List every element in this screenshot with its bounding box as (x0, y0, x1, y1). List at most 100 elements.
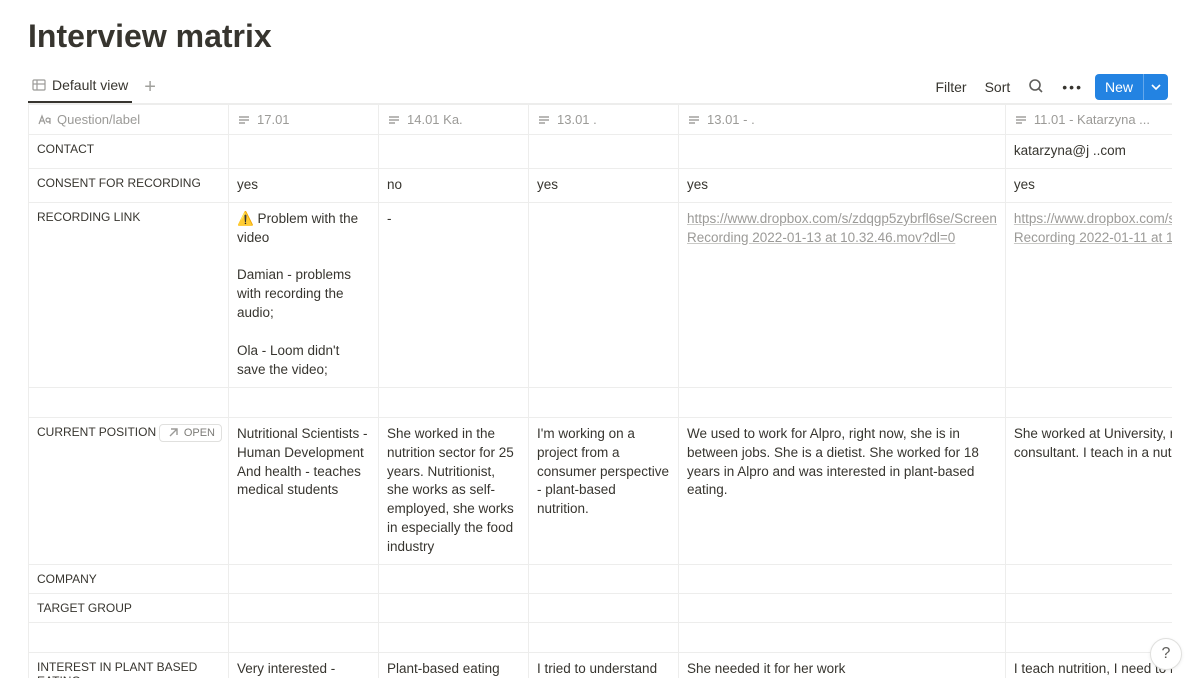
open-icon (166, 426, 180, 440)
column-header-question[interactable]: Question/label (29, 105, 229, 135)
cell-content: katarzyna@j ..com (1014, 142, 1172, 161)
open-page-button[interactable]: OPEN (159, 424, 222, 442)
table-cell[interactable]: I tried to understand how people interpr… (529, 653, 679, 678)
cell-content: yes (537, 176, 670, 195)
table-row[interactable]: INTEREST IN PLANT BASED EATINGVery inter… (29, 653, 1173, 678)
table-cell[interactable]: - (379, 202, 529, 387)
table-cell[interactable]: Very interested - global health, sustain… (229, 653, 379, 678)
table-cell[interactable]: She worked in the nutrition sector for 2… (379, 417, 529, 564)
column-header[interactable]: 13.01 . (529, 105, 679, 135)
chevron-down-icon (1151, 82, 1161, 92)
table-cell[interactable] (529, 135, 679, 169)
table-cell[interactable] (679, 594, 1006, 623)
row-label-cell[interactable]: TARGET GROUP (29, 594, 229, 623)
text-property-icon (1014, 113, 1028, 127)
table-cell[interactable] (379, 565, 529, 594)
row-label-cell[interactable]: COMPANY (29, 565, 229, 594)
row-label-cell[interactable]: CONTACT (29, 135, 229, 169)
table-cell[interactable]: yes (1005, 168, 1172, 202)
add-view-button[interactable]: + (138, 77, 162, 97)
row-label-cell[interactable]: CONSENT FOR RECORDING (29, 168, 229, 202)
table-cell[interactable]: We used to work for Alpro, right now, sh… (679, 417, 1006, 564)
table-row-empty[interactable] (29, 623, 1173, 653)
page-title[interactable]: Interview matrix (28, 18, 1172, 55)
table-row[interactable]: RECORDING LINK⚠️ Problem with the videoD… (29, 202, 1173, 387)
cell-content: Plant-based eating was a significant top… (387, 660, 520, 678)
filter-button[interactable]: Filter (929, 75, 972, 99)
column-header[interactable]: 14.01 Ka. (379, 105, 529, 135)
table-cell[interactable] (1005, 565, 1172, 594)
table-row[interactable]: CURRENT POSITION+ ⠿OPENNutritional Scien… (29, 417, 1173, 564)
table-cell[interactable] (229, 623, 379, 653)
more-icon: ••• (1062, 79, 1083, 95)
sort-button[interactable]: Sort (979, 75, 1017, 99)
table-cell[interactable] (529, 387, 679, 417)
table-row[interactable]: TARGET GROUP (29, 594, 1173, 623)
table-cell[interactable]: Plant-based eating was a significant top… (379, 653, 529, 678)
table-cell[interactable]: yes (229, 168, 379, 202)
table-cell[interactable]: ⚠️ Problem with the videoDamian - proble… (229, 202, 379, 387)
table-cell[interactable] (1005, 623, 1172, 653)
table-cell[interactable] (379, 594, 529, 623)
row-label: CONTACT (37, 142, 94, 156)
table-cell[interactable] (529, 565, 679, 594)
help-button[interactable]: ? (1150, 638, 1182, 670)
table-cell[interactable] (529, 623, 679, 653)
table-cell[interactable] (679, 565, 1006, 594)
table-cell[interactable] (529, 202, 679, 387)
new-button-dropdown[interactable] (1143, 74, 1168, 100)
cell-content: She worked in the nutrition sector for 2… (387, 425, 520, 557)
cell-content: We used to work for Alpro, right now, sh… (687, 425, 997, 501)
row-label-cell[interactable]: CURRENT POSITION+ ⠿OPEN (29, 417, 229, 564)
table-cell[interactable]: I teach nutrition, I need to be up to da… (1005, 653, 1172, 678)
table-row[interactable]: CONTACTkatarzyna@j ..comAmysimone@r... (29, 135, 1173, 169)
text-property-icon (687, 113, 701, 127)
column-header[interactable]: 11.01 - Katarzyna ... (1005, 105, 1172, 135)
table-cell[interactable] (379, 623, 529, 653)
table-cell[interactable] (379, 387, 529, 417)
search-button[interactable] (1022, 74, 1050, 101)
table-cell[interactable]: She worked at University, right now, she… (1005, 417, 1172, 564)
row-label-cell[interactable]: RECORDING LINK (29, 202, 229, 387)
table-cell[interactable] (229, 387, 379, 417)
table-cell[interactable] (1005, 387, 1172, 417)
table-cell[interactable] (29, 623, 229, 653)
table-cell[interactable] (29, 387, 229, 417)
row-label-cell[interactable]: INTEREST IN PLANT BASED EATING (29, 653, 229, 678)
table-cell[interactable]: https://www.dropbox.com/s/3ub9fu7wd75srv… (1005, 202, 1172, 387)
table-cell[interactable]: Nutritional Scientists - Human Developme… (229, 417, 379, 564)
table-row[interactable]: COMPANY (29, 565, 1173, 594)
cell-content: She needed it for her work (687, 660, 997, 678)
table-row[interactable]: CONSENT FOR RECORDINGyesnoyesyesyesyesye… (29, 168, 1173, 202)
table-cell[interactable]: I'm working on a project from a consumer… (529, 417, 679, 564)
search-icon (1028, 78, 1044, 94)
table-cell[interactable] (679, 623, 1006, 653)
table-cell[interactable] (379, 135, 529, 169)
table-cell[interactable] (229, 594, 379, 623)
table-cell[interactable]: She needed it for her work (679, 653, 1006, 678)
table-cell[interactable] (679, 135, 1006, 169)
table-cell[interactable]: yes (529, 168, 679, 202)
database-table-scroll[interactable]: Question/label 17.01 14.01 Ka. 13.01 . 1… (28, 104, 1172, 678)
view-tab-default[interactable]: Default view (28, 71, 132, 103)
row-label: TARGET GROUP (37, 601, 132, 615)
column-header[interactable]: 13.01 - . (679, 105, 1006, 135)
table-cell[interactable] (1005, 594, 1172, 623)
table-cell[interactable] (229, 135, 379, 169)
cell-content: yes (687, 176, 997, 195)
column-header[interactable]: 17.01 (229, 105, 379, 135)
table-cell[interactable]: no (379, 168, 529, 202)
cell-content: I tried to understand how people interpr… (537, 660, 670, 678)
text-property-icon (387, 113, 401, 127)
table-row-empty[interactable] (29, 387, 1173, 417)
title-property-icon (37, 113, 51, 127)
more-button[interactable]: ••• (1056, 75, 1089, 99)
table-cell[interactable] (229, 565, 379, 594)
table-cell[interactable]: https://www.dropbox.com/s/zdqgp5zybrfl6s… (679, 202, 1006, 387)
new-button[interactable]: New (1095, 74, 1143, 100)
table-cell[interactable]: yes (679, 168, 1006, 202)
text-property-icon (537, 113, 551, 127)
table-cell[interactable]: katarzyna@j ..com (1005, 135, 1172, 169)
table-cell[interactable] (529, 594, 679, 623)
table-cell[interactable] (679, 387, 1006, 417)
